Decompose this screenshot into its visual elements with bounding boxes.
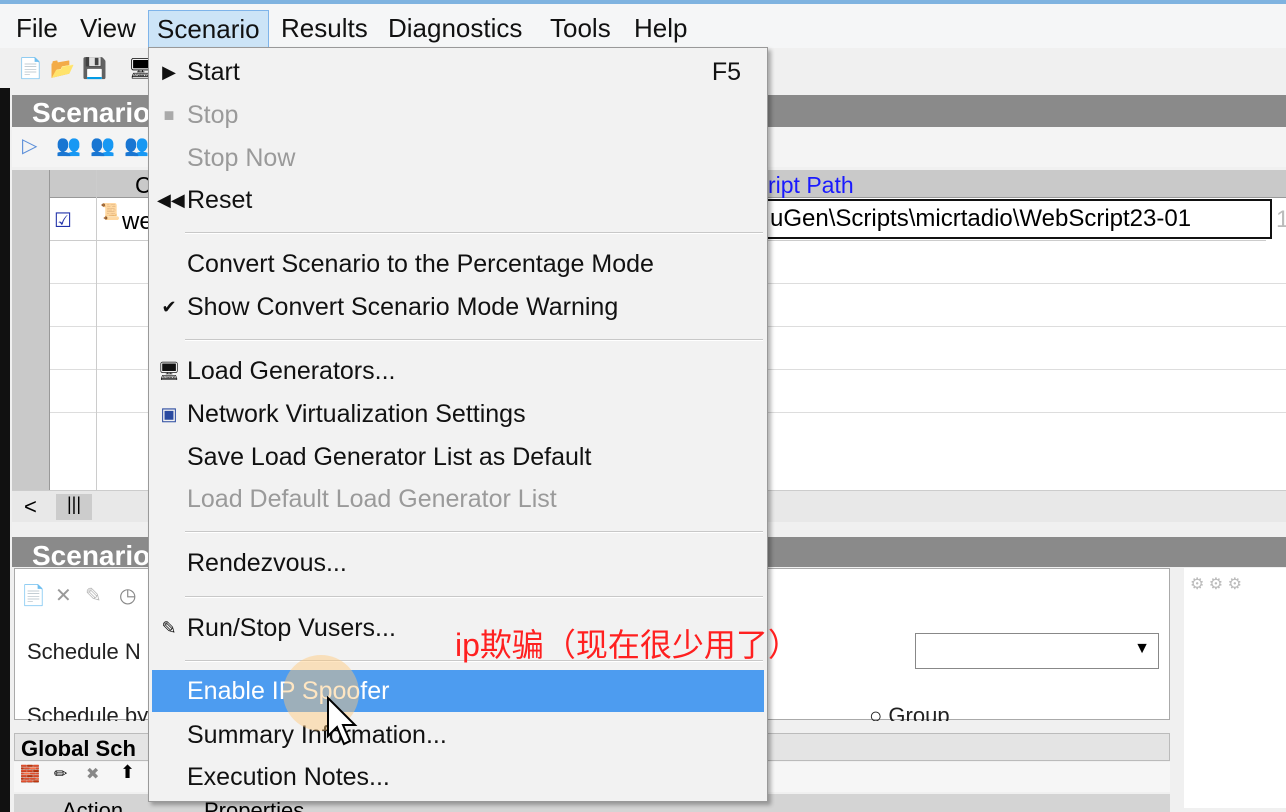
annotation-text: ip欺骗（现在很少用了） [455, 627, 800, 663]
save-icon[interactable]: 💾 [82, 56, 107, 81]
stop-icon: ■ [163, 105, 175, 125]
vusers-icon: ✎ [161, 618, 177, 638]
menu-item-enable-ip-spoofer[interactable]: Enable IP Spoofer [152, 670, 764, 712]
menu-diagnostics[interactable]: Diagnostics [380, 10, 530, 48]
scenario-menu: ▶ Start F5 ■ Stop Stop Now ◀◀ Reset Convert … [148, 47, 768, 802]
menu-item-summary-information[interactable]: Summary Information... [149, 714, 767, 756]
menu-separator [185, 339, 763, 341]
scroll-left-icon[interactable]: < [24, 494, 37, 520]
edit-action-icon[interactable]: ✏ [54, 764, 67, 784]
menubar: File View Scenario Results Diagnostics T… [0, 4, 1286, 48]
action-header[interactable]: Action [62, 798, 123, 812]
menu-separator [185, 232, 763, 234]
menu-scenario[interactable]: Scenario [148, 10, 269, 48]
clock-icon[interactable]: ◷ [119, 583, 136, 608]
chevron-down-icon[interactable]: ▼ [1134, 640, 1150, 658]
add-vusers-icon[interactable]: 👥 [90, 133, 115, 158]
menu-separator [185, 531, 763, 533]
next-column-partial: 1 [1276, 206, 1286, 233]
menu-item-rendezvous[interactable]: Rendezvous... [149, 542, 767, 584]
mouse-pointer-icon [327, 696, 358, 746]
menu-item-convert-percentage[interactable]: Convert Scenario to the Percentage Mode [149, 243, 767, 285]
schedule-name-dropdown[interactable]: ▼ [915, 633, 1159, 669]
load-generator-icon: 🖥 [157, 361, 181, 381]
menu-file[interactable]: File [8, 10, 66, 48]
play-icon: ▶ [162, 62, 176, 82]
shortcut: F5 [711, 58, 741, 86]
delete-action-icon[interactable]: ✖ [86, 764, 99, 784]
menu-help[interactable]: Help [626, 10, 695, 48]
group-radio-label: Group [888, 703, 950, 721]
schedule-name-label: Schedule N [27, 639, 141, 664]
add-action-icon[interactable]: 🧱 [20, 764, 40, 784]
menu-item-stop-now[interactable]: Stop Now [149, 137, 767, 179]
open-folder-icon[interactable]: 📂 [50, 56, 75, 81]
schedule-by-label: Schedule by [27, 703, 149, 721]
checkmark-icon: ✔ [161, 297, 177, 317]
vusers-icon[interactable]: 👥 [56, 133, 81, 158]
rewind-icon: ◀◀ [157, 190, 185, 210]
menu-results[interactable]: Results [273, 10, 376, 48]
menu-item-show-convert-warning[interactable]: ✔ Show Convert Scenario Mode Warning [149, 286, 767, 328]
remove-vusers-icon[interactable]: 👥 [124, 133, 149, 158]
menu-item-stop[interactable]: ■ Stop [149, 94, 767, 136]
rename-icon[interactable]: ✎ [85, 583, 102, 608]
main-toolbar: 📄 📂 💾 🖥 [10, 50, 153, 88]
script-path-cell[interactable]: uGen\Scripts\micrtadio\WebScript23-01 [766, 199, 1272, 239]
new-scenario-icon[interactable]: 📄 [18, 56, 43, 81]
scroll-thumb[interactable]: ||| [56, 494, 92, 520]
menu-item-reset[interactable]: ◀◀ Reset [149, 179, 767, 221]
menu-item-save-lg-default[interactable]: Save Load Generator List as Default [149, 436, 767, 478]
menu-separator [185, 596, 763, 598]
menu-item-load-default-lg[interactable]: Load Default Load Generator List [149, 478, 767, 520]
side-toolbar-icons: ⚙ ⚙ ⚙ [1190, 576, 1242, 593]
network-icon: ▣ [160, 404, 178, 424]
row-checkbox[interactable]: ☑ [54, 208, 72, 233]
menu-tools[interactable]: Tools [542, 10, 619, 48]
column-header-script-path[interactable]: ript Path [768, 172, 854, 199]
move-up-icon[interactable]: ⬆ [120, 762, 135, 783]
side-panel: ⚙ ⚙ ⚙ [1184, 568, 1286, 808]
menu-item-network-virtualization[interactable]: ▣ Network Virtualization Settings [149, 393, 767, 435]
new-schedule-icon[interactable]: 📄 [21, 583, 46, 608]
menu-item-execution-notes[interactable]: Execution Notes... [149, 756, 767, 798]
delete-icon[interactable]: ✕ [55, 583, 72, 608]
global-schedule-title: Global Sch [21, 736, 136, 761]
menu-item-start[interactable]: ▶ Start F5 [149, 51, 767, 93]
left-edge [0, 88, 10, 812]
play-icon[interactable]: ▷ [22, 133, 37, 158]
group-radio[interactable]: ○ Group [869, 703, 950, 721]
menu-item-load-generators[interactable]: 🖥 Load Generators... [149, 350, 767, 392]
script-icon: 📜 [100, 204, 120, 221]
menu-view[interactable]: View [72, 10, 144, 48]
